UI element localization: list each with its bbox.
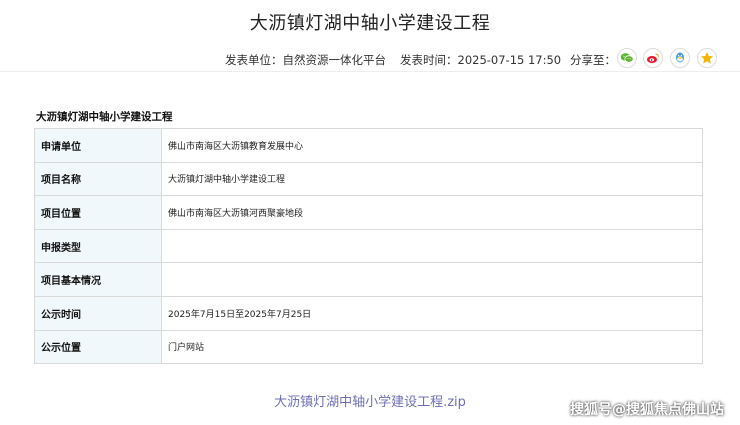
share-qzone-button[interactable] xyxy=(697,48,717,68)
row-label: 公示时间 xyxy=(34,295,162,331)
table-row: 项目基本情况 xyxy=(34,262,703,297)
row-value xyxy=(161,228,703,264)
row-value xyxy=(161,262,703,297)
table-row: 项目名称 大沥镇灯湖中轴小学建设工程 xyxy=(34,161,703,197)
qq-icon xyxy=(676,52,684,63)
project-heading: 大沥镇灯湖中轴小学建设工程 xyxy=(36,111,173,123)
row-value: 大沥镇灯湖中轴小学建设工程 xyxy=(161,161,703,197)
share-label: 分享至： xyxy=(570,53,616,67)
row-label: 申报类型 xyxy=(34,228,162,264)
table-row: 申请单位 佛山市南海区大沥镇教育发展中心 xyxy=(34,128,703,163)
watermark-text: 搜狐号@搜狐焦点佛山站 xyxy=(570,402,724,418)
share-wechat-button[interactable] xyxy=(617,48,637,68)
page-title: 大沥镇灯湖中轴小学建设工程 xyxy=(249,13,491,34)
row-label: 申请单位 xyxy=(34,128,162,163)
table-row: 申报类型 xyxy=(34,228,703,264)
table-row: 公示位置 门户网站 xyxy=(34,329,703,365)
share-qq-button[interactable] xyxy=(670,48,690,68)
row-label: 项目位置 xyxy=(34,195,162,230)
article-meta: 发表单位：自然资源一体化平台 发表时间：2025-07-15 17:50 分享至… xyxy=(0,48,740,72)
row-label: 项目名称 xyxy=(34,161,162,197)
row-value: 佛山市南海区大沥镇教育发展中心 xyxy=(161,128,703,163)
row-value: 佛山市南海区大沥镇河西聚豪地段 xyxy=(161,195,703,230)
wechat-icon xyxy=(620,53,634,63)
table-row: 公示时间 2025年7月15日至2025年7月25日 xyxy=(34,295,703,331)
table-row: 项目位置 佛山市南海区大沥镇河西聚豪地段 xyxy=(34,195,703,230)
row-label: 项目基本情况 xyxy=(34,262,162,297)
row-label: 公示位置 xyxy=(34,329,162,365)
publisher-text: 发表单位：自然资源一体化平台 xyxy=(225,53,386,67)
project-info-table: 申请单位 佛山市南海区大沥镇教育发展中心 项目名称 大沥镇灯湖中轴小学建设工程 … xyxy=(34,128,703,365)
share-weibo-button[interactable] xyxy=(643,48,663,68)
row-value: 门户网站 xyxy=(161,329,703,365)
weibo-icon xyxy=(647,53,659,63)
qzone-icon xyxy=(701,52,713,64)
row-value: 2025年7月15日至2025年7月25日 xyxy=(161,295,703,331)
publish-time-text: 发表时间：2025-07-15 17:50 xyxy=(400,53,562,67)
header-divider xyxy=(0,71,740,72)
